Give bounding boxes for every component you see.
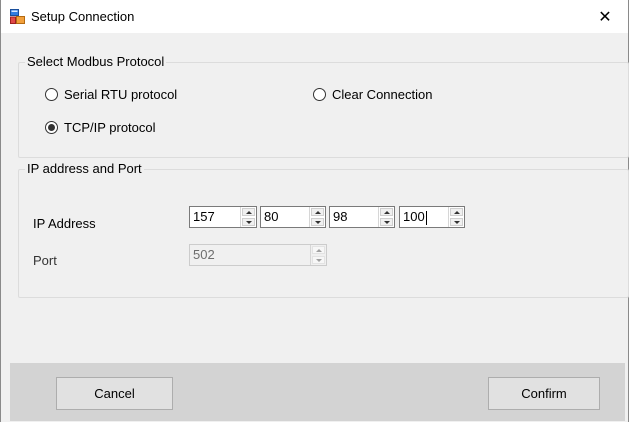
ip-address-label: IP Address <box>33 216 96 231</box>
port-spinner[interactable]: 502 <box>189 244 327 266</box>
radio-tcp-ip-label: TCP/IP protocol <box>64 120 156 135</box>
radio-tcp-ip[interactable]: TCP/IP protocol <box>45 120 156 135</box>
arrow-up-icon <box>315 248 322 252</box>
port-up-button[interactable] <box>312 246 325 254</box>
ip-octet-2-spinner[interactable]: 80 <box>260 206 326 228</box>
ip-octet-2-down-button[interactable] <box>311 218 324 226</box>
window-title: Setup Connection <box>31 9 135 24</box>
setup-connection-window: Setup Connection ✕ Select Modbus Protoco… <box>0 0 629 422</box>
radio-clear-connection[interactable]: Clear Connection <box>313 87 432 102</box>
arrow-down-icon <box>245 220 252 224</box>
ip-octet-1-up-button[interactable] <box>242 208 255 216</box>
ip-octet-4-down-button[interactable] <box>450 218 463 226</box>
ip-octet-4-value: 100 <box>403 209 425 224</box>
button-panel: Cancel Confirm <box>10 363 625 421</box>
ip-octet-2-up-button[interactable] <box>311 208 324 216</box>
cancel-button-label: Cancel <box>94 386 135 401</box>
radio-clear-connection-indicator <box>313 88 326 101</box>
ip-octet-3-down-button[interactable] <box>380 218 393 226</box>
ip-octet-1-down-button[interactable] <box>242 218 255 226</box>
ip-port-group-title: IP address and Port <box>25 161 144 177</box>
arrow-down-icon <box>453 220 460 224</box>
ip-port-groupbox: IP address and Port <box>18 161 629 298</box>
confirm-button[interactable]: Confirm <box>488 377 600 410</box>
ip-octet-1-spinner[interactable]: 157 <box>189 206 257 228</box>
port-value: 502 <box>193 247 215 262</box>
cancel-button[interactable]: Cancel <box>56 377 173 410</box>
ip-octet-3-spinner[interactable]: 98 <box>329 206 395 228</box>
ip-octet-4-up-button[interactable] <box>450 208 463 216</box>
arrow-up-icon <box>383 210 390 214</box>
radio-serial-rtu-label: Serial RTU protocol <box>64 87 178 102</box>
arrow-down-icon <box>383 220 390 224</box>
radio-clear-connection-label: Clear Connection <box>332 87 433 102</box>
arrow-up-icon <box>453 210 460 214</box>
title-bar[interactable]: Setup Connection ✕ <box>1 0 628 33</box>
text-caret <box>425 210 427 225</box>
protocol-group-title: Select Modbus Protocol <box>25 54 167 70</box>
close-button[interactable]: ✕ <box>582 0 628 33</box>
protocol-groupbox: Select Modbus Protocol <box>18 54 629 158</box>
port-label: Port <box>33 253 57 268</box>
radio-serial-rtu[interactable]: Serial RTU protocol <box>45 87 177 102</box>
port-down-button[interactable] <box>312 256 325 264</box>
ip-octet-3-up-button[interactable] <box>380 208 393 216</box>
close-icon: ✕ <box>598 8 612 26</box>
ip-octet-4-spinner[interactable]: 100 <box>399 206 465 228</box>
ip-octet-1-value: 157 <box>193 209 215 224</box>
radio-serial-rtu-indicator <box>45 88 58 101</box>
confirm-button-label: Confirm <box>521 386 567 401</box>
dialog-body: Select Modbus Protocol Serial RTU protoc… <box>1 33 629 422</box>
arrow-down-icon <box>314 220 321 224</box>
arrow-up-icon <box>314 210 321 214</box>
app-window-icon <box>10 9 25 24</box>
arrow-up-icon <box>245 210 252 214</box>
arrow-down-icon <box>315 258 322 262</box>
ip-octet-2-value: 80 <box>264 209 279 224</box>
ip-octet-3-value: 98 <box>333 209 348 224</box>
radio-tcp-ip-indicator <box>45 121 58 134</box>
